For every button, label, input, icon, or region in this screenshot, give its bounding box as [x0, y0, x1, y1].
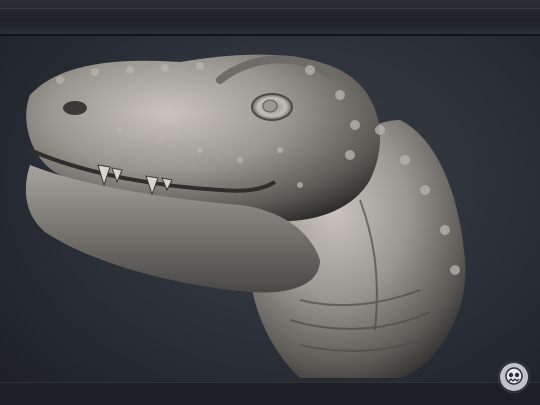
skull-logo-icon — [498, 361, 530, 393]
nostril — [63, 101, 87, 115]
bottom-status-bar — [0, 382, 540, 405]
monitor-screen — [0, 0, 540, 405]
eye-pupil — [262, 99, 278, 113]
dinosaur-head-model[interactable] — [0, 36, 540, 383]
toolbar-divider — [0, 8, 540, 9]
skull-glyph — [505, 367, 523, 385]
top-toolbar — [0, 0, 540, 36]
